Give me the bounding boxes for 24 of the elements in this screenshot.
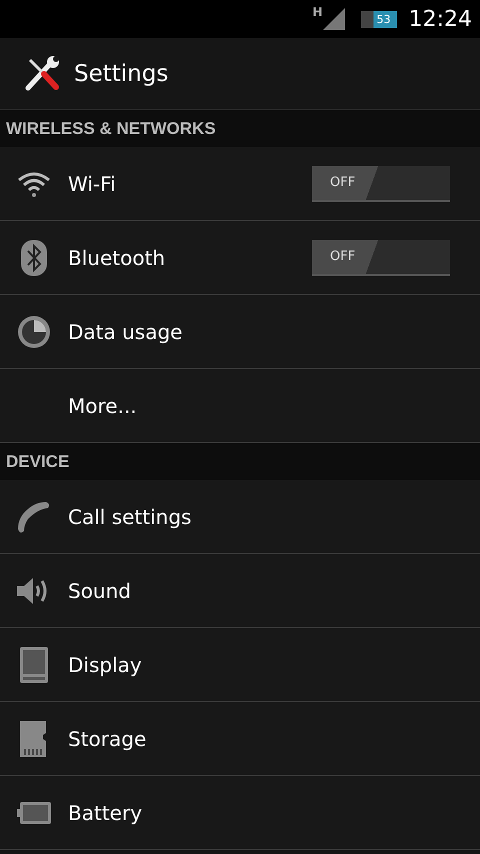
item-label: Sound (68, 578, 132, 602)
item-label: Data usage (68, 320, 184, 344)
toggle-switch[interactable]: OFF (312, 240, 450, 276)
item-label: Call settings (68, 504, 192, 528)
clock-time: 12:24 (408, 6, 472, 32)
item-label: Display (68, 652, 143, 676)
section-header: WIRELESS & NETWORKS (6, 118, 216, 138)
item-label: Storage (68, 726, 148, 750)
battery-icon (17, 802, 51, 824)
item-label: More... (68, 394, 138, 418)
clock-icon (17, 314, 51, 348)
tablet-icon (20, 646, 48, 682)
toggle-switch[interactable]: OFF (312, 166, 450, 202)
network-type: H (312, 5, 323, 19)
item-label: Bluetooth (68, 246, 166, 270)
wifi-icon (16, 170, 52, 198)
item-label: Wi-Fi (68, 172, 117, 196)
item-label: Battery (68, 800, 144, 824)
memory-card-icon (20, 720, 48, 756)
screen-title: Settings (74, 60, 168, 86)
battery-indicator: 53 (360, 10, 397, 28)
signal-icon (322, 8, 345, 30)
section-header: DEVICE (6, 452, 70, 472)
bluetooth-icon (21, 240, 47, 276)
